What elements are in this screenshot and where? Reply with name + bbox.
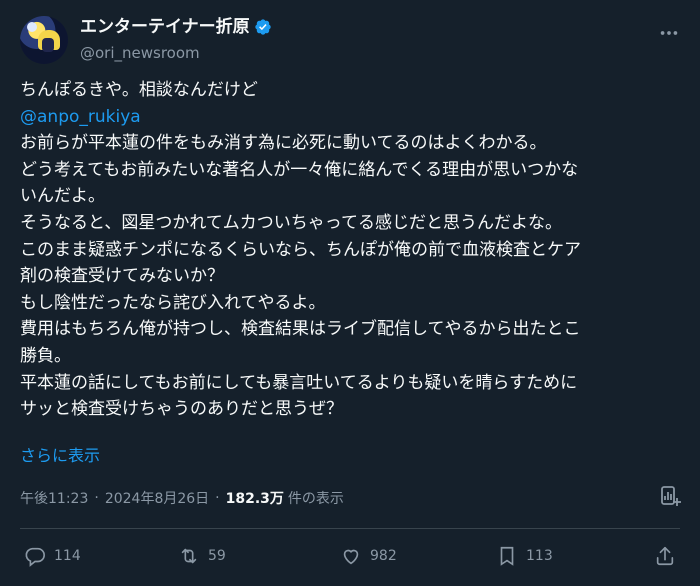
meta-separator: · (215, 490, 220, 506)
tweet-line: ちんぽるきや。相談なんだけど (20, 80, 258, 100)
tweet-meta: 午後11:23 · 2024年8月26日 · 182.3万 件の表示 (20, 488, 344, 508)
display-name[interactable]: エンターテイナー折原 (80, 16, 250, 38)
tweet-line: そうなると、図星つかれてムカついちゃってる感じだと思うんだよな。 (20, 212, 562, 233)
verified-badge-icon (254, 19, 271, 35)
reply-count: 114 (54, 548, 81, 564)
tweet-line: どう考えてもお前みたいな著名人が一々俺に絡んでくる理由が思いつかな (20, 159, 579, 180)
tweet-time[interactable]: 午後11:23 (20, 488, 88, 508)
bookmark-count: 113 (526, 548, 553, 564)
tweet-line: お前らが平本蓮の件をもみ消す為に必死に動いてるのはよくわかる。 (20, 133, 547, 154)
like-count: 982 (370, 548, 397, 564)
meta-separator: · (94, 490, 99, 506)
analytics-icon[interactable] (658, 484, 682, 508)
author-block: エンターテイナー折原 @ori_newsroom (80, 16, 272, 64)
avatar[interactable] (20, 16, 68, 64)
views-count: 182.3万 (225, 491, 284, 507)
tweet-text: ちんぽるきや。相談なんだけど @anpo_rukiya お前らが平本蓮の件をもみ… (20, 77, 685, 423)
show-more-link[interactable]: さらに表示 (20, 442, 100, 466)
author-handle[interactable]: @ori_newsroom (80, 42, 272, 64)
tweet-line: 平本蓮の話にしてもお前にしても暴言吐いてるよりも疑いを晴らすために (20, 372, 578, 393)
bookmark-icon (500, 546, 514, 566)
heart-icon (343, 549, 359, 565)
retweet-icon (181, 548, 197, 564)
tweet-header: エンターテイナー折原 @ori_newsroom (20, 16, 680, 66)
action-bar: 114 59 982 113 (20, 545, 680, 573)
share-button[interactable] (654, 545, 676, 567)
mention-link[interactable]: @anpo_rukiya (20, 104, 685, 131)
views-label: 件の表示 (287, 491, 344, 507)
like-button[interactable]: 982 (340, 545, 397, 567)
reply-icon (25, 547, 45, 567)
tweet-date[interactable]: 2024年8月26日 (105, 488, 209, 508)
avatar-face (42, 38, 54, 52)
divider (20, 528, 680, 529)
more-options-icon[interactable] (658, 22, 680, 44)
avatar-moon (27, 22, 37, 32)
tweet-line: 費用はもちろん俺が持つし、検査結果はライブ配信してやるから出たとこ (20, 319, 581, 340)
tweet-line: サッと検査受けちゃうのありだと思うぜ？ (20, 399, 343, 420)
retweet-button[interactable]: 59 (178, 545, 226, 567)
share-icon (656, 546, 674, 566)
tweet-line: 剤の検査受けてみないか？ (20, 266, 224, 287)
tweet-line: このまま疑惑チンポになるくらいなら、ちんぽが俺の前で血液検査とケア (20, 239, 581, 260)
reply-button[interactable]: 114 (24, 545, 81, 567)
tweet-line: いんだよ。 (20, 186, 105, 207)
retweet-count: 59 (208, 548, 226, 564)
tweet-line: 勝負。 (20, 345, 71, 366)
tweet-line: もし陰性だったなら詫び入れてやるよ。 (20, 292, 326, 313)
bookmark-button[interactable]: 113 (496, 545, 553, 567)
display-name-row[interactable]: エンターテイナー折原 (80, 16, 272, 38)
